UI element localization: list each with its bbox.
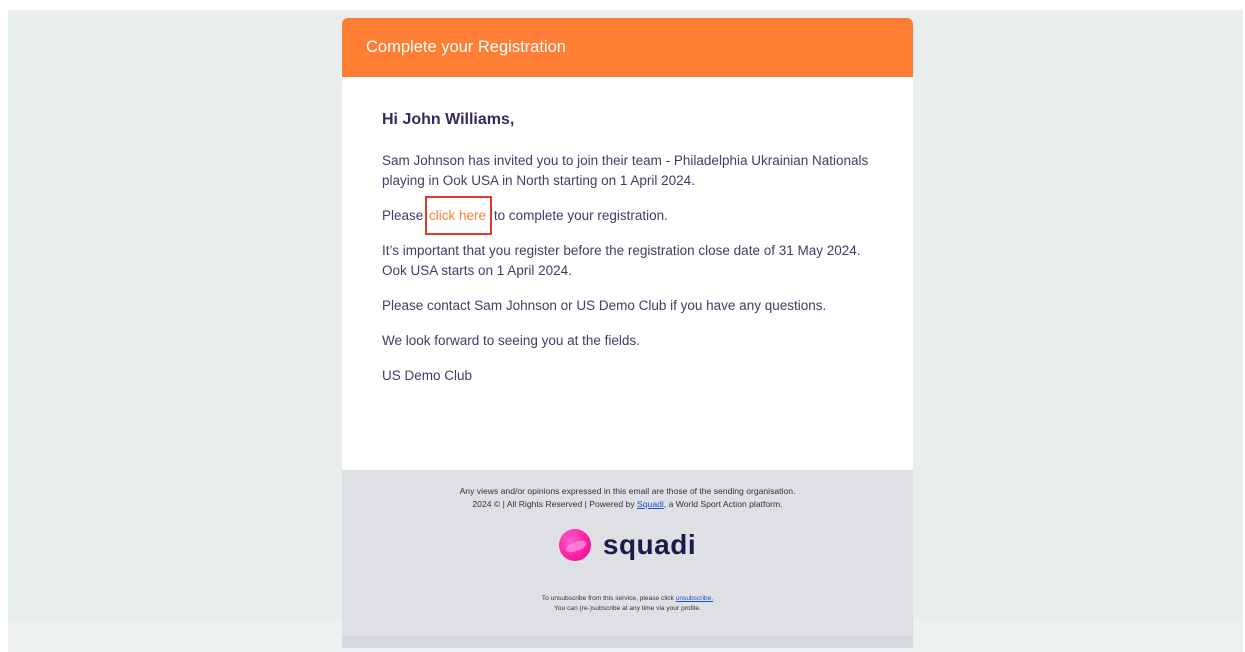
greeting: Hi John Williams, xyxy=(382,111,515,128)
invite-paragraph: Sam Johnson has invited you to join thei… xyxy=(382,153,869,188)
contact-paragraph: Please contact Sam Johnson or US Demo Cl… xyxy=(382,298,827,313)
unsubscribe-link[interactable]: unsubscribe. xyxy=(676,595,713,602)
deadline-paragraph: It’s important that you register before … xyxy=(382,243,861,278)
click-paragraph: Please click here to complete your regis… xyxy=(382,196,873,235)
email-card: Complete your Registration Hi John Willi… xyxy=(342,18,913,648)
squadi-logo-text: squadi xyxy=(602,529,697,560)
footer-copyright: 2024 © | All Rights Reserved | Powered b… xyxy=(342,498,913,511)
unsubscribe-line: To unsubscribe from this service, please… xyxy=(342,594,913,604)
click-paragraph-before: Please xyxy=(382,208,428,223)
unsubscribe-notice: To unsubscribe from this service, please… xyxy=(342,594,913,614)
squadi-logo: squadi xyxy=(342,525,913,565)
copyright-before: 2024 © | All Rights Reserved | Powered b… xyxy=(472,499,638,509)
copyright-after: , a World Sport Action platform. xyxy=(663,499,783,509)
email-header: Complete your Registration xyxy=(342,18,913,77)
signature: US Demo Club xyxy=(382,368,473,383)
email-body: Hi John Williams, Sam Johnson has invite… xyxy=(342,77,913,469)
click-here-link[interactable]: click here xyxy=(425,196,493,235)
email-footer: Any views and/or opinions expressed in t… xyxy=(342,470,913,648)
resubscribe-line: You can (re-)subscribe at any time via y… xyxy=(554,605,701,612)
squadi-link[interactable]: Squadi xyxy=(637,499,664,509)
footer-bottom-stripe xyxy=(342,636,913,648)
look-forward-paragraph: We look forward to seeing you at the fie… xyxy=(382,333,640,348)
footer-disclaimer: Any views and/or opinions expressed in t… xyxy=(459,486,796,496)
unsubscribe-before: To unsubscribe from this service, please… xyxy=(541,595,676,602)
click-paragraph-after: to complete your registration. xyxy=(490,208,668,223)
email-header-title: Complete your Registration xyxy=(366,38,566,56)
squadi-logo-icon xyxy=(558,529,591,561)
